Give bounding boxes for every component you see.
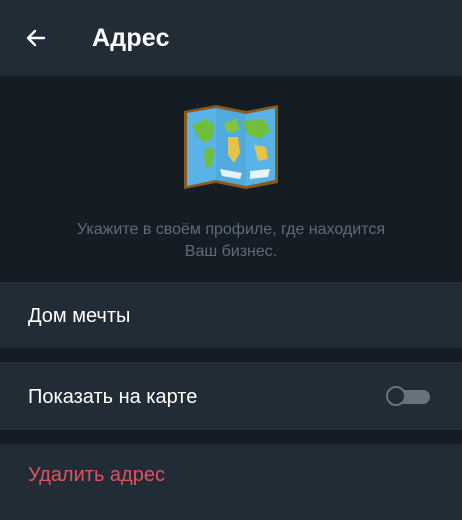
top-app-bar: Адрес — [0, 0, 462, 76]
hint-text: Укажите в своём профиле, где находится В… — [76, 221, 385, 260]
address-field[interactable]: Дом мечты — [0, 282, 462, 348]
show-on-map-toggle[interactable] — [386, 386, 430, 406]
delete-address-label: Удалить адрес — [28, 464, 165, 486]
address-screen: Адрес Укажите в своём профиле, где наход… — [0, 0, 462, 520]
show-on-map-label: Показать на карте — [28, 386, 198, 408]
toggle-knob — [386, 386, 406, 406]
world-map-icon — [184, 105, 278, 189]
hero-section: Укажите в своём профиле, где находится В… — [0, 76, 462, 282]
address-value: Дом мечты — [28, 305, 131, 327]
back-button[interactable] — [20, 22, 52, 54]
show-on-map-row[interactable]: Показать на карте — [0, 362, 462, 430]
arrow-left-icon — [26, 29, 46, 47]
page-title: Адрес — [92, 24, 170, 52]
delete-address-button[interactable]: Удалить адрес — [0, 444, 462, 520]
